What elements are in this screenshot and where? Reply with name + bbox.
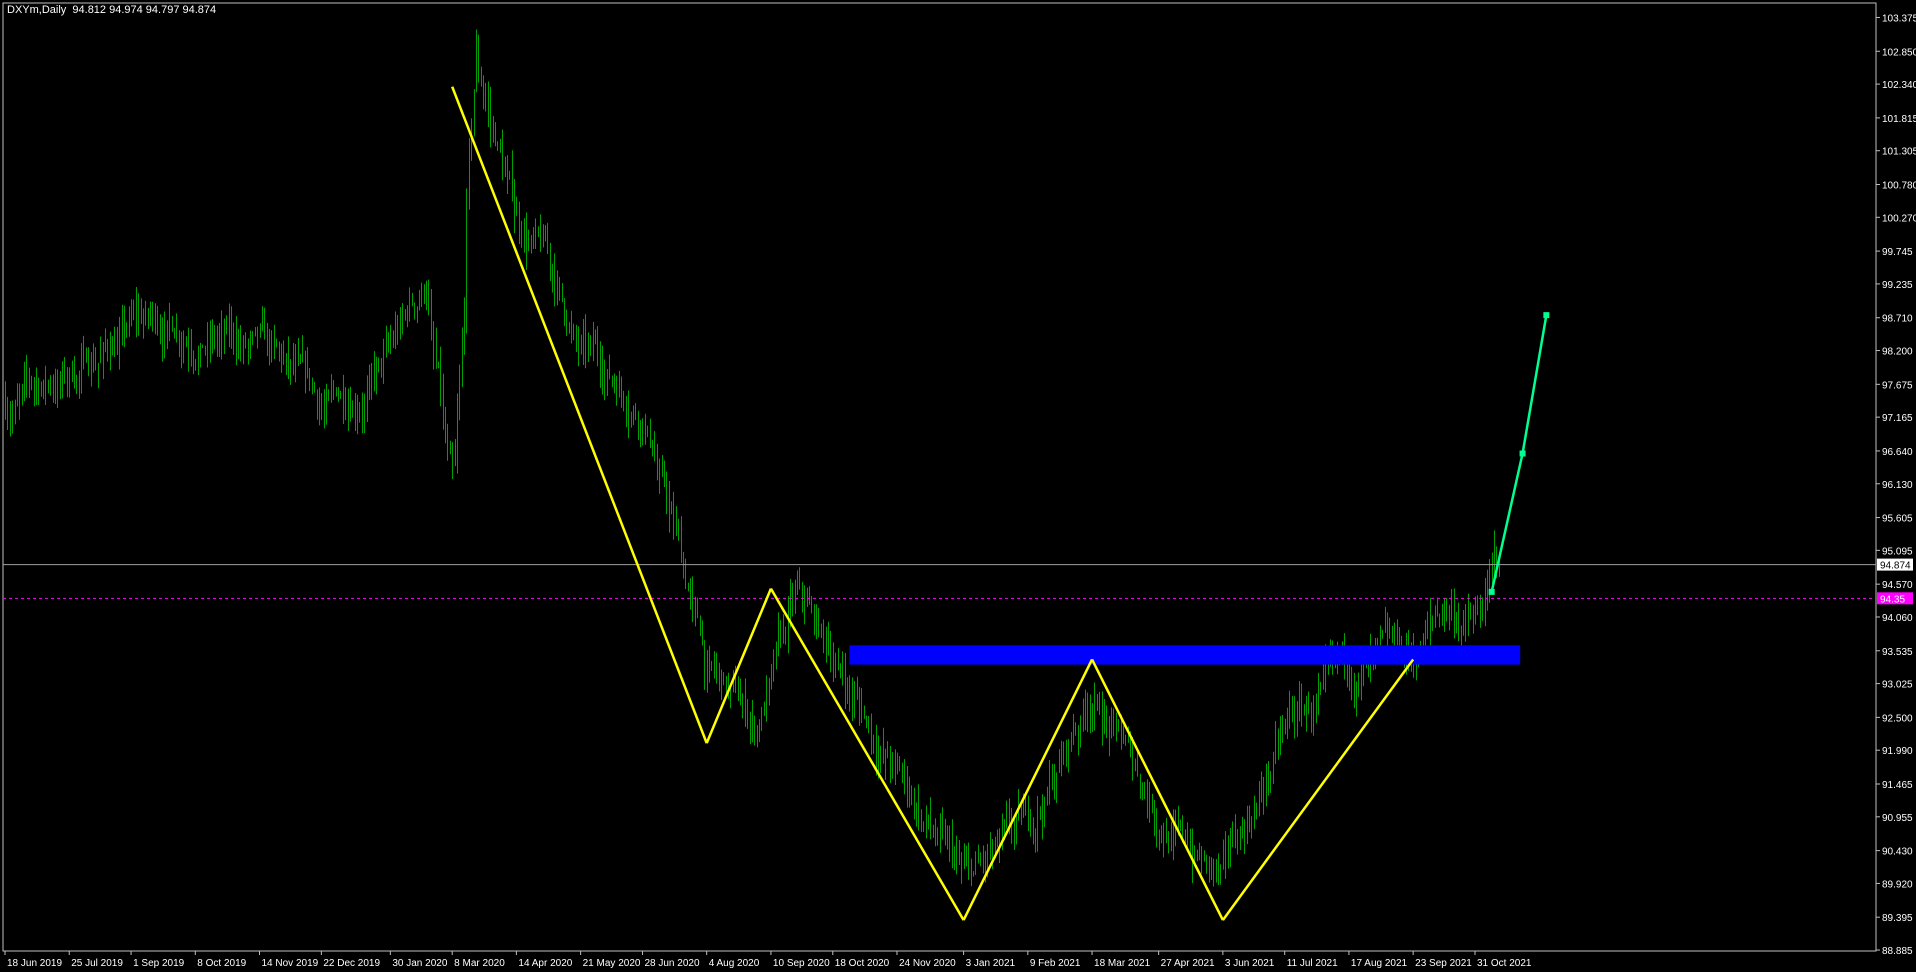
x-tick-label: 1 Sep 2019 [133, 958, 185, 969]
x-tick-label: 10 Sep 2020 [773, 958, 830, 969]
y-tick-label: 95.095 [1882, 546, 1913, 557]
projection-segment [1490, 453, 1524, 593]
x-tick-label: 4 Aug 2020 [709, 958, 760, 969]
y-tick-label: 99.235 [1882, 280, 1913, 291]
y-tick-label: 103.375 [1882, 13, 1916, 24]
y-tick-label: 90.955 [1882, 813, 1913, 824]
x-axis: 18 Jun 2019 25 Jul 2019 1 Sep 2019 8 Oct 20… [4, 951, 1532, 969]
x-tick-label: 21 May 2020 [583, 958, 641, 969]
y-tick-label: 89.920 [1882, 879, 1913, 890]
y-axis: 103.375 102.850 102.340 101.815 101.305 100.7… [1876, 13, 1916, 957]
y-tick-label: 98.710 [1882, 314, 1913, 325]
projection-point [1519, 450, 1526, 457]
x-tick-label: 28 Jun 2020 [644, 958, 699, 969]
y-tick-label: 100.270 [1882, 213, 1916, 224]
y-tick-label: 94.060 [1882, 613, 1913, 624]
pattern-zigzag [451, 86, 1415, 921]
x-tick-label: 18 Jun 2019 [7, 958, 62, 969]
projection-segment [1521, 314, 1548, 454]
y-tick-label: 101.305 [1882, 147, 1916, 158]
y-tick-label: 97.675 [1882, 380, 1913, 391]
x-tick-label: 8 Mar 2020 [454, 958, 505, 969]
y-tick-label: 102.340 [1882, 80, 1916, 91]
pattern-line-segment [1090, 658, 1224, 921]
y-tick-label: 96.640 [1882, 447, 1913, 458]
x-tick-label: 30 Jan 2020 [392, 958, 447, 969]
y-tick-label: 95.605 [1882, 514, 1913, 525]
second-price-label: 94.35 [1880, 594, 1905, 605]
x-tick-label: 17 Aug 2021 [1351, 958, 1408, 969]
x-tick-label: 9 Feb 2021 [1030, 958, 1081, 969]
x-tick-label: 3 Jan 2021 [966, 958, 1016, 969]
x-tick-label: 18 Oct 2020 [835, 958, 890, 969]
y-tick-label: 90.430 [1882, 847, 1913, 858]
resistance-zone [849, 645, 1521, 665]
ohlc-bars [5, 29, 1500, 887]
y-tick-label: 88.885 [1882, 946, 1913, 957]
y-tick-label: 98.200 [1882, 347, 1913, 358]
x-tick-label: 14 Apr 2020 [518, 958, 572, 969]
x-tick-label: 24 Nov 2020 [899, 958, 956, 969]
y-tick-label: 91.990 [1882, 746, 1913, 757]
price-chart[interactable]: 103.375 102.850 102.340 101.815 101.305 100.7… [0, 0, 1916, 972]
y-tick-label: 92.500 [1882, 713, 1913, 724]
projection-line [1488, 312, 1550, 595]
x-tick-label: 22 Dec 2019 [323, 958, 380, 969]
current-price-label: 94.874 [1880, 561, 1911, 572]
x-tick-label: 25 Jul 2019 [71, 958, 123, 969]
y-tick-label: 102.850 [1882, 47, 1916, 58]
plot-frame [2, 2, 1877, 952]
chart-window[interactable]: DXYm,Daily 94.812 94.974 94.797 94.874 1… [0, 0, 1916, 972]
x-tick-label: 18 Mar 2021 [1094, 958, 1151, 969]
pattern-line-segment [769, 588, 965, 921]
x-tick-label: 11 Jul 2021 [1287, 958, 1338, 969]
x-tick-label: 23 Sep 2021 [1415, 958, 1472, 969]
y-tick-label: 101.815 [1882, 114, 1916, 125]
y-tick-label: 93.535 [1882, 647, 1913, 658]
x-tick-label: 14 Nov 2019 [262, 958, 319, 969]
y-tick-label: 100.780 [1882, 180, 1916, 191]
y-tick-label: 93.025 [1882, 680, 1913, 691]
x-tick-label: 8 Oct 2019 [197, 958, 246, 969]
y-tick-label: 91.465 [1882, 780, 1913, 791]
x-tick-label: 3 Jun 2021 [1225, 958, 1275, 969]
pattern-line-segment [451, 86, 708, 744]
projection-point [1543, 312, 1550, 319]
y-tick-label: 97.165 [1882, 413, 1913, 424]
y-tick-label: 96.130 [1882, 480, 1913, 491]
x-tick-label: 27 Apr 2021 [1161, 958, 1215, 969]
projection-point [1488, 588, 1495, 595]
y-tick-label: 89.395 [1882, 913, 1913, 924]
y-tick-label: 99.745 [1882, 247, 1913, 258]
y-tick-label: 94.570 [1882, 580, 1913, 591]
x-tick-label: 31 Oct 2021 [1477, 958, 1532, 969]
pattern-line-segment [962, 658, 1094, 921]
